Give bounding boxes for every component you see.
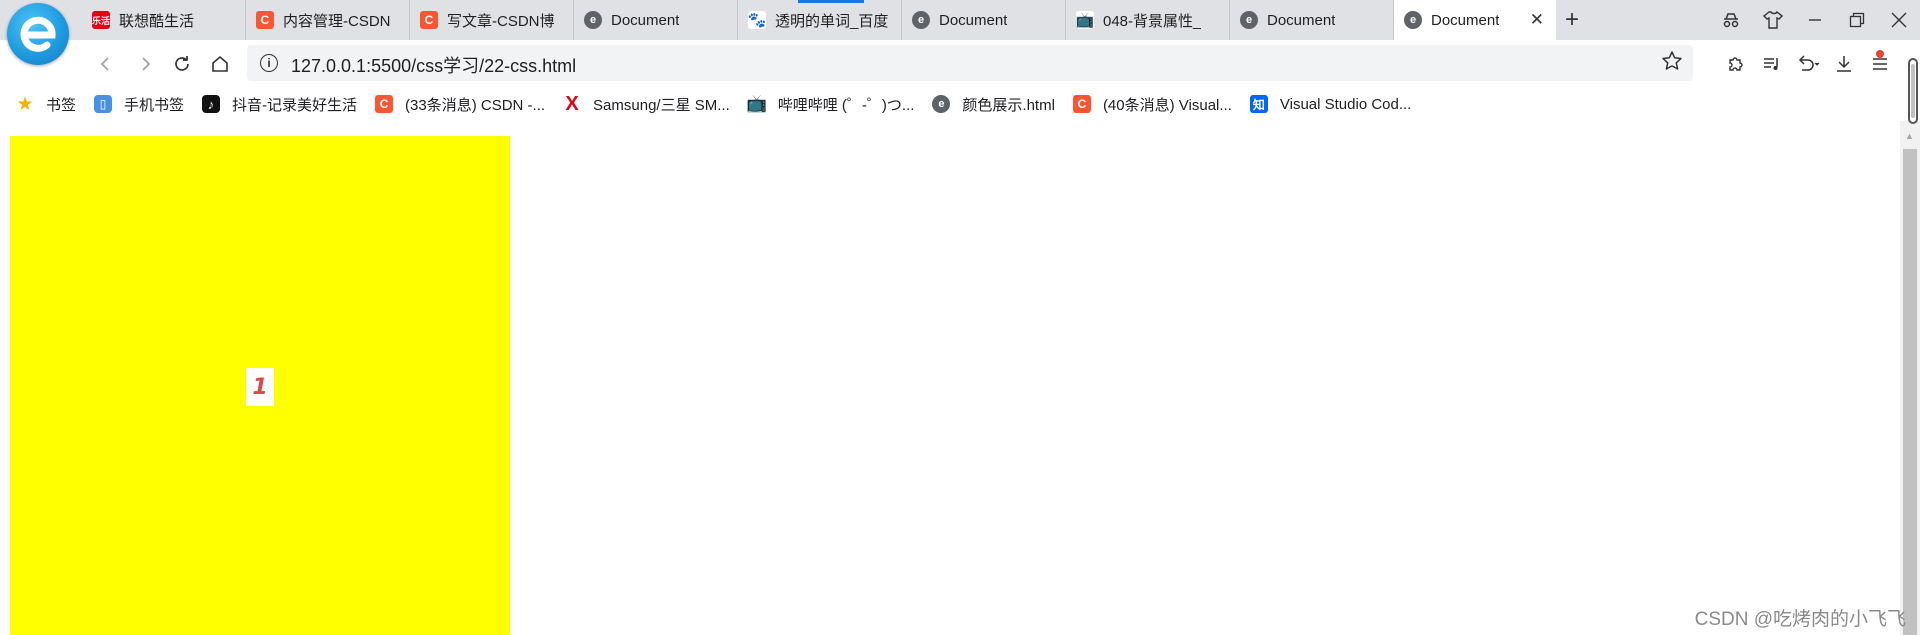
forward-button[interactable]	[129, 48, 161, 80]
download-icon[interactable]	[1826, 48, 1862, 80]
reload-button[interactable]	[166, 48, 198, 80]
tab-strip: 乐活 联想酷生活 C 内容管理-CSDN C 写文章-CSDN博 e Docum…	[0, 0, 1920, 40]
csdn-icon: C	[375, 95, 394, 113]
bilibili-icon: 📺	[1075, 11, 1095, 29]
tab-title: Document	[1431, 11, 1500, 29]
back-button[interactable]	[90, 48, 122, 80]
tab-title: 048-背景属性_	[1103, 12, 1202, 30]
minimize-icon[interactable]	[1794, 0, 1836, 40]
watermark: CSDN @吃烤肉的小飞飞	[1694, 609, 1906, 630]
yellow-box: 1	[10, 136, 510, 635]
box-number-label: 1	[246, 368, 274, 406]
bookmarks-bar: ★ 书签 ▯ 手机书签 ♪ 抖音-记录美好生活 C (33条消息) CSDN -…	[0, 87, 1920, 121]
star-icon: ★	[16, 93, 34, 115]
tab-document-1[interactable]: e Document	[574, 0, 738, 40]
tab-document-active[interactable]: e Document ✕	[1394, 0, 1556, 40]
vertical-scrollbar[interactable]: ▲	[1900, 121, 1920, 635]
bookmark-item[interactable]: 知 Visual Studio Cod...	[1249, 95, 1412, 113]
tab-list: 乐活 联想酷生活 C 内容管理-CSDN C 写文章-CSDN博 e Docum…	[82, 0, 1556, 40]
tiktok-icon: ♪	[202, 95, 221, 113]
phone-icon: ▯	[94, 95, 113, 113]
document-icon: e	[1404, 11, 1422, 29]
bookmark-item[interactable]: e 颜色展示.html	[932, 94, 1055, 115]
bookmark-item[interactable]: ★ 书签	[16, 94, 76, 115]
bilibili-icon: 📺	[746, 94, 768, 113]
bookmark-label: 书签	[46, 96, 77, 114]
side-scroll-indicator[interactable]	[1908, 58, 1918, 124]
document-icon: e	[1240, 11, 1258, 29]
tab-title: 写文章-CSDN博	[447, 12, 555, 30]
csdn-icon: C	[420, 11, 438, 29]
page-viewport: 1	[0, 121, 1900, 635]
tab-csdn-content[interactable]: C 内容管理-CSDN	[246, 0, 410, 40]
lenovo-icon: 乐活	[92, 11, 110, 29]
media-playlist-icon[interactable]	[1754, 48, 1790, 80]
tab-document-3[interactable]: e Document	[1230, 0, 1394, 40]
bookmark-label: 哔哩哔哩 (゜-゜)つ...	[777, 96, 915, 114]
csdn-icon: C	[1072, 95, 1091, 113]
bookmark-item[interactable]: 📺 哔哩哔哩 (゜-゜)つ...	[746, 94, 915, 115]
x-icon: X	[565, 92, 579, 115]
menu-icon[interactable]	[1862, 48, 1898, 80]
zhihu-icon: 知	[1249, 95, 1268, 113]
bookmark-item[interactable]: X Samsung/三星 SM...	[563, 92, 730, 115]
tab-title: Document	[611, 11, 680, 29]
tab-loading-indicator	[798, 0, 864, 3]
tab-title: Document	[1267, 11, 1336, 29]
tab-bilibili[interactable]: 📺 048-背景属性_	[1066, 0, 1230, 40]
tab-document-2[interactable]: e Document	[902, 0, 1066, 40]
bookmark-label: 抖音-记录美好生活	[232, 96, 358, 114]
document-icon: e	[584, 11, 602, 29]
restore-icon[interactable]	[1836, 0, 1878, 40]
tab-lenovo[interactable]: 乐活 联想酷生活	[82, 0, 246, 40]
browser-logo-icon[interactable]	[7, 3, 69, 65]
scrollbar-thumb[interactable]	[1903, 149, 1917, 635]
bookmark-label: Samsung/三星 SM...	[593, 96, 730, 114]
bookmark-label: 颜色展示.html	[962, 96, 1055, 114]
url-text[interactable]: 127.0.0.1:5500/css学习/22-css.html	[291, 52, 576, 78]
notification-dot	[1876, 50, 1884, 58]
bookmark-label: (33条消息) CSDN -...	[405, 96, 546, 114]
navigation-toolbar: i 127.0.0.1:5500/css学习/22-css.html	[0, 40, 1920, 87]
tab-title: 透明的单词_百度	[775, 12, 889, 30]
window-controls	[1710, 0, 1920, 40]
tab-title: 联想酷生活	[119, 12, 195, 30]
bookmark-item[interactable]: C (40条消息) Visual...	[1072, 94, 1232, 115]
bookmark-item[interactable]: ♪ 抖音-记录美好生活	[202, 94, 357, 115]
tab-title: 内容管理-CSDN	[283, 12, 391, 30]
new-tab-button[interactable]: +	[1556, 6, 1588, 34]
document-icon: e	[912, 11, 930, 29]
close-window-icon[interactable]	[1878, 0, 1920, 40]
home-button[interactable]	[204, 48, 236, 80]
undo-close-tab-icon[interactable]	[1790, 48, 1826, 80]
address-bar[interactable]: i 127.0.0.1:5500/css学习/22-css.html	[247, 45, 1693, 81]
tab-title: Document	[939, 11, 1008, 29]
close-tab-icon[interactable]: ✕	[1524, 10, 1550, 30]
scroll-up-arrow-icon[interactable]: ▲	[1905, 131, 1914, 141]
csdn-icon: C	[256, 11, 274, 29]
baidu-icon: 🐾	[747, 11, 767, 29]
bookmark-label: 手机书签	[124, 96, 185, 114]
bookmark-label: (40条消息) Visual...	[1102, 96, 1232, 114]
tab-csdn-write[interactable]: C 写文章-CSDN博	[410, 0, 574, 40]
toolbar-actions	[1718, 48, 1898, 80]
extensions-icon[interactable]	[1718, 48, 1754, 80]
bookmark-star-icon[interactable]	[1661, 50, 1683, 78]
bookmark-item[interactable]: C (33条消息) CSDN -...	[375, 94, 545, 115]
site-info-icon[interactable]: i	[260, 54, 278, 72]
bookmark-label: Visual Studio Cod...	[1279, 95, 1412, 113]
skin-icon[interactable]	[1752, 0, 1794, 40]
document-icon: e	[932, 95, 951, 113]
incognito-icon[interactable]	[1710, 0, 1752, 40]
tab-baidu[interactable]: 🐾 透明的单词_百度	[738, 0, 902, 40]
bookmark-item[interactable]: ▯ 手机书签	[94, 94, 184, 115]
